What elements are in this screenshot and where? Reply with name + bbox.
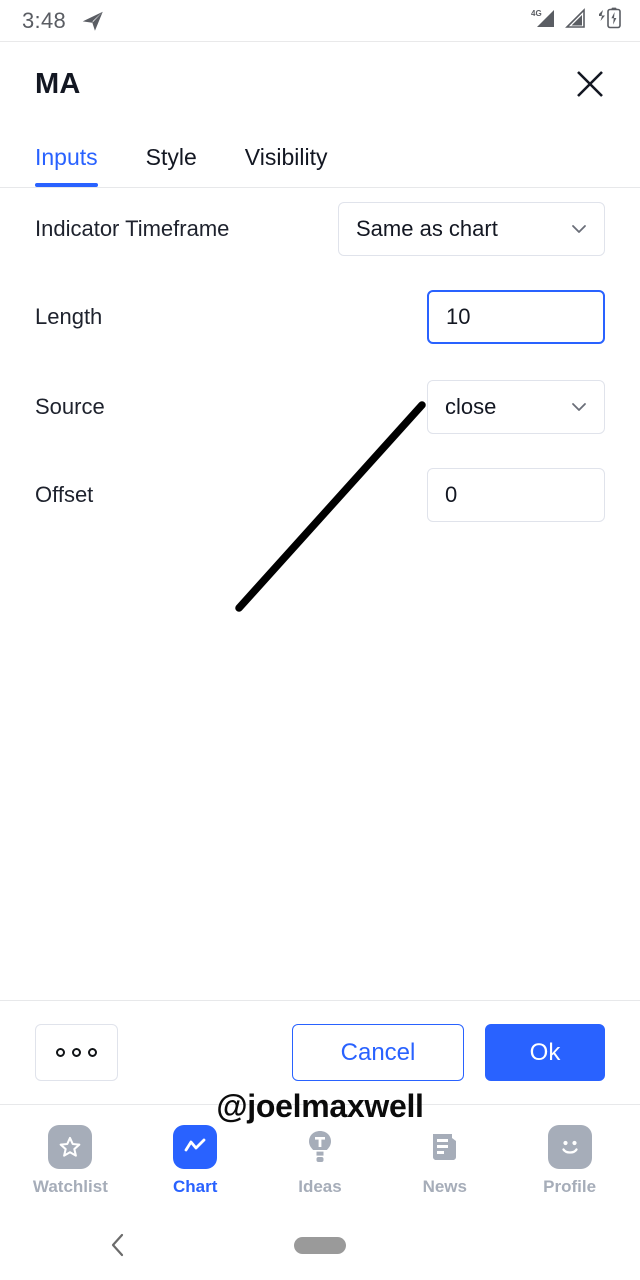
signal-bars-icon: [565, 7, 587, 34]
back-chevron-icon[interactable]: [108, 1231, 128, 1259]
more-options-button[interactable]: [35, 1024, 118, 1081]
star-icon: [48, 1124, 93, 1169]
signal-4g-icon: 4G: [530, 7, 556, 34]
news-document-icon: [423, 1125, 467, 1169]
watermark-text: @joelmaxwell: [216, 1088, 424, 1124]
dot-icon: [56, 1048, 65, 1057]
source-value: close: [445, 394, 497, 419]
telegram-send-icon: [80, 8, 106, 34]
ok-button[interactable]: Ok: [485, 1024, 605, 1081]
page-title: MA: [35, 67, 81, 100]
row-source: Source close: [0, 380, 640, 434]
app-screen: 3:48 4G MA Inputs Style Visibility Indic…: [0, 0, 640, 1280]
home-pill-indicator[interactable]: [294, 1236, 346, 1254]
cancel-button[interactable]: Cancel: [292, 1024, 464, 1081]
dot-icon: [88, 1048, 97, 1057]
tab-visibility[interactable]: Visibility: [245, 144, 328, 187]
nav-item-chart[interactable]: Chart: [133, 1124, 258, 1197]
row-indicator-timeframe: Indicator Timeframe Same as chart: [0, 202, 640, 256]
source-select[interactable]: close: [427, 380, 605, 434]
label-indicator-timeframe: Indicator Timeframe: [35, 216, 230, 241]
tab-inputs[interactable]: Inputs: [35, 144, 98, 187]
label-length: Length: [35, 304, 103, 329]
nav-label-profile: Profile: [543, 1176, 597, 1196]
chevron-down-icon: [568, 218, 590, 240]
indicator-timeframe-select[interactable]: Same as chart: [338, 202, 605, 256]
dialog-header: MA: [0, 42, 640, 126]
row-length: Length 10: [0, 290, 640, 344]
status-bar: 3:48 4G: [0, 0, 640, 42]
indicator-timeframe-value: Same as chart: [356, 216, 498, 241]
svg-text:4G: 4G: [531, 9, 542, 18]
length-input[interactable]: 10: [427, 290, 605, 344]
length-input-value: 10: [446, 304, 471, 329]
inputs-panel: Indicator Timeframe Same as chart Length…: [0, 188, 640, 1124]
status-bar-icons: 4G: [530, 6, 624, 35]
close-icon[interactable]: [566, 60, 614, 108]
nav-label-ideas: Ideas: [298, 1176, 342, 1196]
offset-input-value: 0: [445, 482, 458, 507]
offset-input[interactable]: 0: [427, 468, 605, 522]
row-offset: Offset 0: [0, 468, 640, 522]
nav-label-news: News: [422, 1176, 467, 1196]
nav-item-watchlist[interactable]: Watchlist: [8, 1124, 133, 1197]
nav-label-chart: Chart: [172, 1176, 218, 1196]
lightbulb-icon: [298, 1125, 342, 1169]
nav-item-news[interactable]: News: [382, 1125, 507, 1197]
tab-style[interactable]: Style: [146, 144, 197, 187]
dot-icon: [72, 1048, 81, 1057]
nav-item-ideas[interactable]: Ideas: [258, 1125, 383, 1197]
chevron-down-icon: [568, 396, 590, 418]
label-source: Source: [35, 394, 105, 419]
label-offset: Offset: [35, 482, 94, 507]
system-navigation-bar: [0, 1210, 640, 1280]
tab-bar: Inputs Style Visibility: [0, 126, 640, 188]
smiley-face-icon: [547, 1124, 592, 1169]
nav-label-watchlist: Watchlist: [32, 1176, 108, 1196]
chart-line-icon: [173, 1124, 218, 1169]
battery-charging-icon: [596, 6, 624, 35]
status-bar-time: 3:48: [22, 7, 67, 33]
nav-item-profile[interactable]: Profile: [507, 1124, 632, 1197]
